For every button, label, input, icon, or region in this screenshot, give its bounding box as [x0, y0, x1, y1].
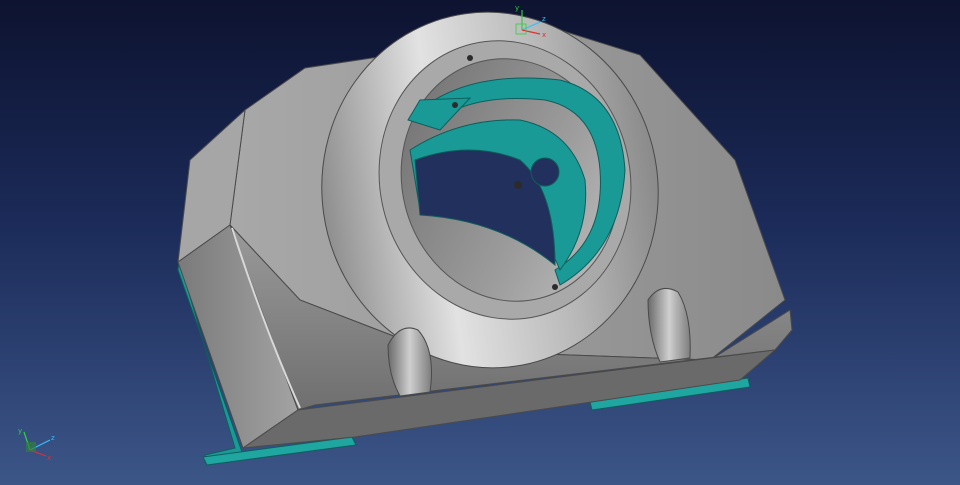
triad-top-z-label: z [542, 15, 546, 23]
triad-corner-icon[interactable]: y z x [18, 427, 55, 462]
triad-corner-y-label: y [18, 427, 22, 435]
triad-top-x-label: x [542, 31, 546, 39]
triad-corner-x-label: x [47, 454, 51, 462]
flange-hole [530, 157, 560, 187]
triad-top-y-label: y [515, 4, 519, 12]
3d-viewport[interactable]: y z x y z x [0, 0, 960, 485]
triad-corner-z-label: z [51, 434, 55, 442]
model-canvas: y z x y z x [18, 4, 793, 466]
